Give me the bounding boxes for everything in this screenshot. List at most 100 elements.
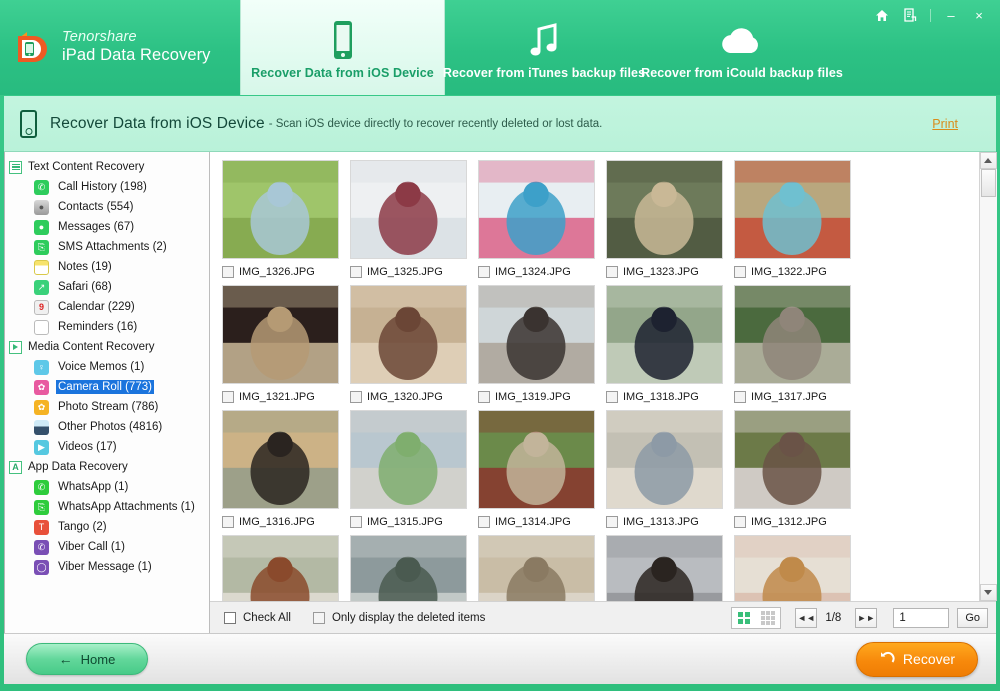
thumbnail-checkbox[interactable]	[606, 391, 618, 403]
sidebar-item-whatsapp[interactable]: ✆ WhatsApp (1)	[5, 477, 209, 497]
scroll-track[interactable]	[979, 169, 997, 584]
thumbnail-item[interactable]: IMG_1321.JPG	[222, 285, 350, 410]
go-button[interactable]: Go	[957, 607, 988, 628]
register-icon[interactable]	[897, 4, 923, 26]
sidebar-item-other-photos[interactable]: Other Photos (4816)	[5, 417, 209, 437]
thumbnail-checkbox[interactable]	[478, 391, 490, 403]
sidebar-item-messages[interactable]: ● Messages (67)	[5, 217, 209, 237]
thumbnail-item[interactable]: IMG_1314.JPG	[478, 410, 606, 535]
deleted-only-control[interactable]: Only display the deleted items	[312, 611, 485, 624]
thumbnail-checkbox[interactable]	[734, 516, 746, 528]
sidebar-item-microphone[interactable]: ♀ Voice Memos (1)	[5, 357, 209, 377]
thumbnail-item[interactable]: IMG_1310.JPG	[350, 535, 478, 601]
sidebar-item-reminders[interactable]: Reminders (16)	[5, 317, 209, 337]
thumbnail-checkbox[interactable]	[606, 516, 618, 528]
sidebar-item-photo-stream[interactable]: ✿ Photo Stream (786)	[5, 397, 209, 417]
thumbnail-image[interactable]	[222, 535, 339, 601]
thumbnail-item[interactable]: IMG_1309.JPG	[478, 535, 606, 601]
thumbnail-item[interactable]: IMG_1323.JPG	[606, 160, 734, 285]
home-icon[interactable]	[869, 4, 895, 26]
list-expander-icon[interactable]	[9, 160, 22, 174]
tab-recover-from-ios-device[interactable]: Recover Data from iOS Device	[240, 0, 445, 95]
check-all-control[interactable]: Check All	[224, 611, 291, 624]
thumbnail-image[interactable]	[606, 160, 723, 259]
sidebar-item-safari[interactable]: ↗ Safari (68)	[5, 277, 209, 297]
minimize-button[interactable]: –	[938, 4, 964, 26]
check-all-checkbox[interactable]	[224, 611, 236, 624]
thumbnail-checkbox[interactable]	[350, 266, 362, 278]
thumbnail-checkbox[interactable]	[222, 516, 234, 528]
thumbnail-image[interactable]	[350, 285, 467, 384]
thumbnail-item[interactable]: IMG_1318.JPG	[606, 285, 734, 410]
sidebar-item-calendar[interactable]: 9 Calendar (229)	[5, 297, 209, 317]
grid-large-icon[interactable]	[732, 607, 757, 628]
thumbnail-checkbox[interactable]	[606, 266, 618, 278]
thumbnail-image[interactable]	[734, 160, 851, 259]
thumbnail-item[interactable]	[606, 535, 734, 601]
sidebar-item-attachment[interactable]: ⎘ SMS Attachments (2)	[5, 237, 209, 257]
app-expander-icon[interactable]: A	[9, 460, 22, 474]
print-link[interactable]: Print	[932, 117, 982, 131]
thumbnail-image[interactable]	[222, 410, 339, 509]
thumbnail-checkbox[interactable]	[350, 391, 362, 403]
recover-button[interactable]: Recover	[856, 641, 978, 677]
triangle-expander-icon[interactable]	[9, 340, 22, 354]
scroll-down-icon[interactable]	[979, 584, 997, 601]
thumbnail-image[interactable]	[606, 535, 723, 601]
thumbnail-checkbox[interactable]	[222, 266, 234, 278]
grid-small-icon[interactable]	[756, 607, 781, 628]
sidebar-item-phone-call[interactable]: ✆ Call History (198)	[5, 177, 209, 197]
scroll-up-icon[interactable]	[979, 152, 997, 169]
thumbnail-item[interactable]: IMG_1317.JPG	[734, 285, 862, 410]
sidebar-item-camera-roll[interactable]: ✿ Camera Roll (773)	[5, 377, 209, 397]
prev-page-icon[interactable]: ◄◄	[795, 607, 818, 628]
thumbnail-image[interactable]	[222, 160, 339, 259]
sidebar-item-whatsapp-attachment[interactable]: ⎘ WhatsApp Attachments (1)	[5, 497, 209, 517]
thumbnail-checkbox[interactable]	[734, 391, 746, 403]
thumbnail-checkbox[interactable]	[734, 266, 746, 278]
deleted-only-checkbox[interactable]	[312, 611, 325, 624]
thumbnail-image[interactable]	[478, 160, 595, 259]
sidebar-item-notes[interactable]: Notes (19)	[5, 257, 209, 277]
thumbnail-item[interactable]: IMG_1320.JPG	[350, 285, 478, 410]
thumbnail-item[interactable]: IMG_1311.JPG	[222, 535, 350, 601]
thumbnail-item[interactable]: IMG_1326.JPG	[222, 160, 350, 285]
thumbnail-item[interactable]: IMG_1325.JPG	[350, 160, 478, 285]
thumbnail-item[interactable]	[734, 535, 862, 601]
thumbnail-image[interactable]	[350, 160, 467, 259]
thumbnail-image[interactable]	[734, 285, 851, 384]
thumbnail-image[interactable]	[350, 410, 467, 509]
thumbnail-item[interactable]: IMG_1312.JPG	[734, 410, 862, 535]
sidebar-item-video[interactable]: ▶ Videos (17)	[5, 437, 209, 457]
vertical-scrollbar[interactable]	[979, 152, 997, 601]
thumbnail-image[interactable]	[734, 410, 851, 509]
sidebar-item-contacts[interactable]: ● Contacts (554)	[5, 197, 209, 217]
thumbnail-image[interactable]	[606, 410, 723, 509]
page-number-input[interactable]	[893, 607, 950, 628]
thumbnail-item[interactable]: IMG_1316.JPG	[222, 410, 350, 535]
tab-recover-from-itunes-backup[interactable]: Recover from iTunes backup files	[443, 0, 645, 95]
home-button[interactable]: ← Home	[26, 643, 148, 675]
thumbnail-item[interactable]: IMG_1315.JPG	[350, 410, 478, 535]
thumbnail-item[interactable]: IMG_1319.JPG	[478, 285, 606, 410]
thumbnail-image[interactable]	[478, 285, 595, 384]
thumbnail-image[interactable]	[606, 285, 723, 384]
thumbnail-checkbox[interactable]	[478, 266, 490, 278]
sidebar-item-viber-message[interactable]: ◯ Viber Message (1)	[5, 557, 209, 577]
thumbnail-item[interactable]: IMG_1313.JPG	[606, 410, 734, 535]
tab-recover-from-icloud-backup[interactable]: Recover from iCould backup files	[641, 0, 843, 95]
sidebar-item-viber-call[interactable]: ✆ Viber Call (1)	[5, 537, 209, 557]
thumbnail-checkbox[interactable]	[222, 391, 234, 403]
next-page-icon[interactable]: ►►	[855, 607, 878, 628]
sidebar-group-1[interactable]: Media Content Recovery	[5, 337, 209, 357]
thumbnail-image[interactable]	[734, 535, 851, 601]
sidebar-item-tango[interactable]: T Tango (2)	[5, 517, 209, 537]
sidebar-group-2[interactable]: A App Data Recovery	[5, 457, 209, 477]
thumbnail-item[interactable]: IMG_1322.JPG	[734, 160, 862, 285]
thumbnail-checkbox[interactable]	[478, 516, 490, 528]
thumbnail-checkbox[interactable]	[350, 516, 362, 528]
thumbnail-item[interactable]: IMG_1324.JPG	[478, 160, 606, 285]
thumbnail-image[interactable]	[478, 535, 595, 601]
close-button[interactable]: ×	[966, 4, 992, 26]
scroll-thumb[interactable]	[980, 169, 996, 197]
